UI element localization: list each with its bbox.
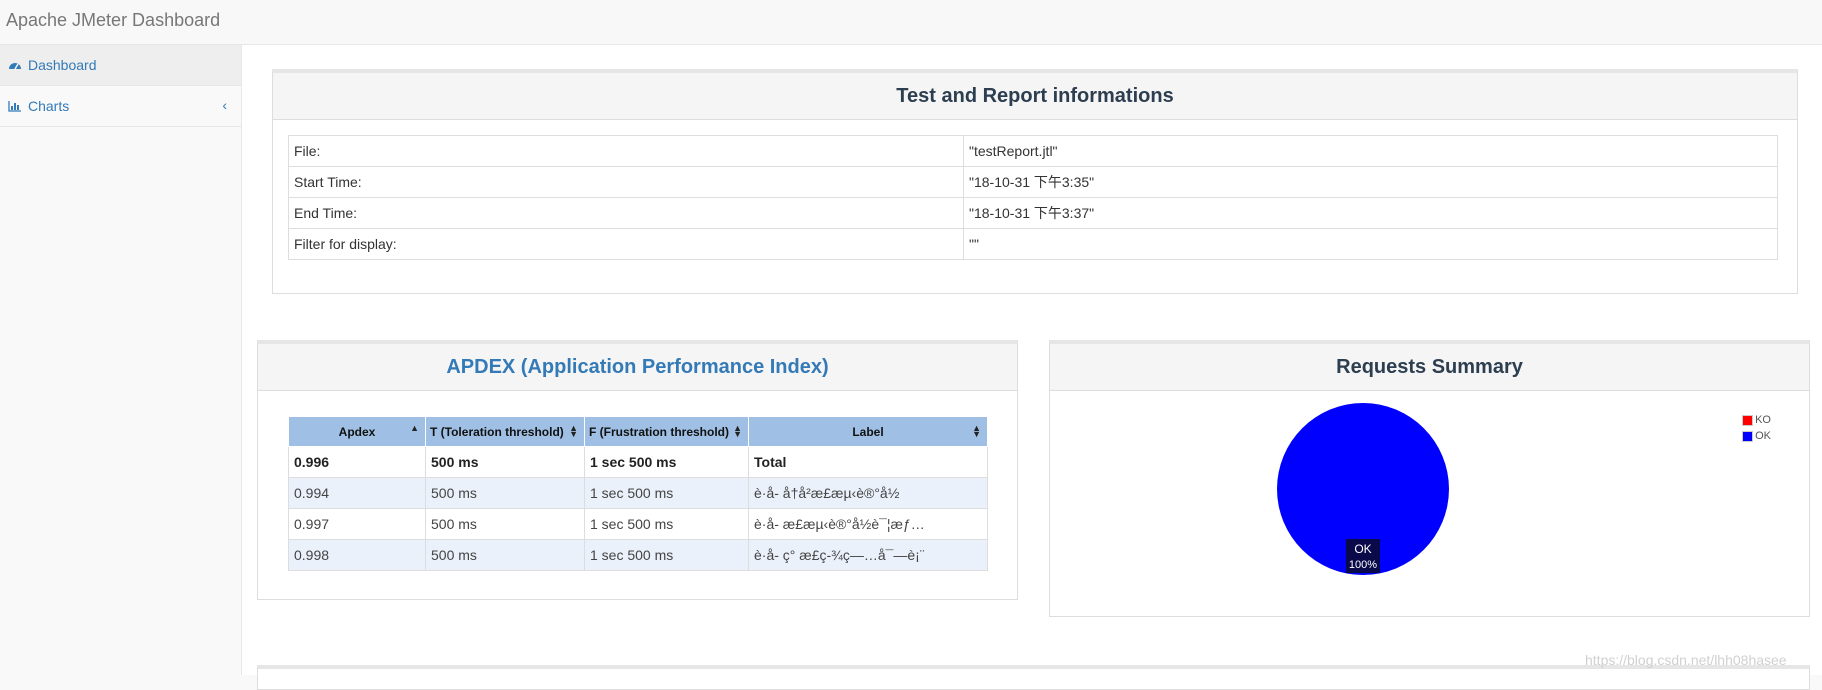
toleration-column-header[interactable]: T (Toleration threshold) ▲ ▼: [425, 416, 585, 447]
info-key: File:: [288, 135, 964, 167]
apdex-cell-label: è·å- å†å²æ£æµ‹è®°å½: [748, 477, 988, 509]
apdex-cell-t: 500 ms: [425, 477, 585, 509]
apdex-cell-apdex: 0.997: [288, 508, 426, 540]
apdex-cell-label: è·å- ç° æ£ç-¾ç—…å¯—è¡¨: [748, 539, 988, 571]
table-row: 0.994 500 ms 1 sec 500 ms è·å- å†å²æ£æµ‹è®°…: [288, 477, 988, 509]
test-info-panel: Test and Report informations File: "testR…: [272, 69, 1798, 294]
sidebar-item-charts[interactable]: Charts ‹: [0, 86, 241, 127]
apdex-title: APDEX (Application Performance Index): [258, 344, 1017, 391]
dashboard-icon: [8, 57, 24, 73]
sidebar-item-dashboard[interactable]: Dashboard: [0, 45, 241, 86]
info-value: "18-10-31 下午3:37": [963, 197, 1778, 229]
legend-swatch-ko: [1742, 414, 1754, 426]
table-row: 0.997 500 ms 1 sec 500 ms è·å- æ£æµ‹è®°å½è¯…: [288, 508, 988, 540]
info-value: "": [963, 228, 1778, 260]
info-row: Start Time: "18-10-31 下午3:35": [288, 166, 1778, 198]
bar-chart-icon: [8, 98, 24, 114]
requests-pie-chart: OK 100%: [1277, 403, 1449, 575]
chart-legend: KO OK: [1742, 412, 1771, 444]
apdex-cell-apdex: 0.994: [288, 477, 426, 509]
apdex-total-row: 0.996 500 ms 1 sec 500 ms Total: [288, 446, 988, 478]
sidebar-item-label: Charts: [28, 98, 70, 114]
apdex-cell-f: 1 sec 500 ms: [584, 446, 749, 478]
requests-summary-title: Requests Summary: [1050, 344, 1809, 391]
apdex-column-header[interactable]: Apdex ▲: [288, 416, 426, 447]
frustration-column-header[interactable]: F (Frustration threshold) ▲ ▼: [584, 416, 749, 447]
info-row: File: "testReport.jtl": [288, 135, 1778, 167]
info-key: End Time:: [288, 197, 964, 229]
label-column-header[interactable]: Label ▲ ▼: [748, 416, 988, 447]
top-navbar: Apache JMeter Dashboard: [0, 0, 1822, 45]
apdex-cell-t: 500 ms: [425, 539, 585, 571]
pie-label-name: OK: [1354, 542, 1371, 556]
info-row: Filter for display: "": [288, 228, 1778, 260]
info-row: End Time: "18-10-31 下午3:37": [288, 197, 1778, 229]
apdex-cell-apdex: 0.996: [288, 446, 426, 478]
legend-swatch-ok: [1742, 430, 1754, 442]
requests-summary-panel: Requests Summary OK 100% KO OK: [1049, 340, 1810, 617]
apdex-cell-t: 500 ms: [425, 446, 585, 478]
main-content: Test and Report informations File: "testR…: [242, 45, 1822, 690]
apdex-table: Apdex ▲ T (Toleration threshold) ▲ ▼ F (Fru…: [288, 416, 988, 571]
sort-icon: ▲ ▼: [972, 423, 981, 439]
legend-item-ko[interactable]: KO: [1742, 412, 1771, 428]
sidebar: Dashboard Charts ‹: [0, 45, 242, 675]
info-key: Filter for display:: [288, 228, 964, 260]
info-value: "testReport.jtl": [963, 135, 1778, 167]
apdex-cell-t: 500 ms: [425, 508, 585, 540]
info-key: Start Time:: [288, 166, 964, 198]
sort-icon: ▲ ▼: [569, 423, 578, 439]
chevron-left-icon[interactable]: ‹: [222, 97, 227, 113]
pie-label-percent: 100%: [1349, 559, 1377, 571]
app-brand[interactable]: Apache JMeter Dashboard: [6, 10, 220, 31]
apdex-cell-label: Total: [748, 446, 988, 478]
watermark: https://blog.csdn.net/lhh08hasee: [1585, 652, 1787, 668]
apdex-cell-f: 1 sec 500 ms: [584, 539, 749, 571]
info-value: "18-10-31 下午3:35": [963, 166, 1778, 198]
apdex-cell-label: è·å- æ£æµ‹è®°å½è¯¦æƒ…: [748, 508, 988, 540]
apdex-cell-f: 1 sec 500 ms: [584, 508, 749, 540]
legend-item-ok[interactable]: OK: [1742, 428, 1771, 444]
apdex-panel: APDEX (Application Performance Index) Ap…: [257, 340, 1018, 600]
apdex-cell-apdex: 0.998: [288, 539, 426, 571]
apdex-cell-f: 1 sec 500 ms: [584, 477, 749, 509]
sidebar-item-label: Dashboard: [28, 57, 97, 73]
pie-data-label: OK 100%: [1346, 539, 1380, 573]
table-row: 0.998 500 ms 1 sec 500 ms è·å- ç° æ£ç-¾ç—…å…: [288, 539, 988, 571]
sort-asc-icon: ▲: [410, 423, 419, 433]
test-info-title: Test and Report informations: [273, 73, 1797, 120]
next-panel: [257, 665, 1810, 690]
sort-icon: ▲ ▼: [733, 423, 742, 439]
test-info-table: File: "testReport.jtl" Start Time: "18-10-3…: [288, 135, 1778, 260]
